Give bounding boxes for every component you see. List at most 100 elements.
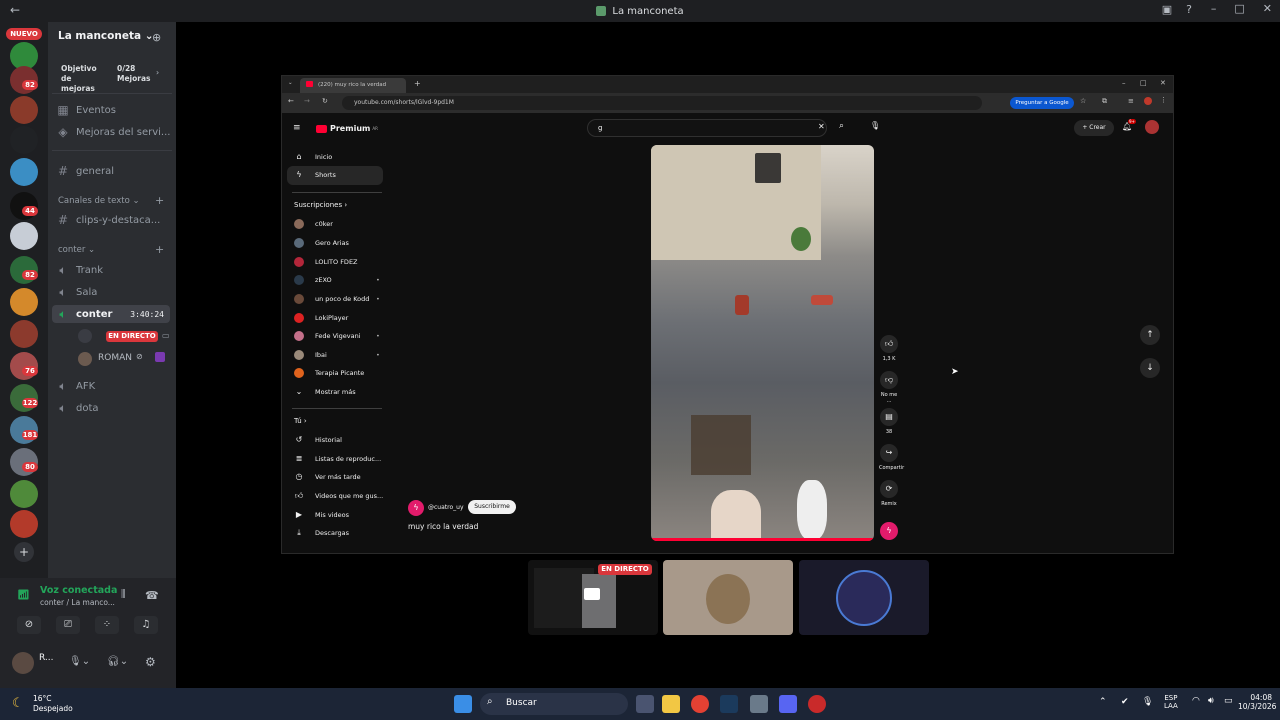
inbox-icon[interactable]: ▣ [1162,3,1172,16]
back-arrow-icon[interactable]: ← [288,97,294,105]
tray-app-icon[interactable]: ✔ [1121,697,1129,707]
voice-channel-conter[interactable]: 🔈︎ conter 3:40:24 [52,305,170,323]
sound-avatar-icon[interactable]: ϟ [880,522,898,540]
voice-status[interactable]: Voz conectada [40,585,117,596]
short-channel-name[interactable]: @cuatro_uy [428,504,464,511]
server-icon[interactable] [10,126,38,154]
file-explorer-icon[interactable] [662,695,680,713]
screen-share-icon[interactable]: ⎚ [56,616,80,634]
chrome-icon[interactable] [691,695,709,713]
extensions-icon[interactable]: ⧉ [1102,97,1107,106]
account-avatar[interactable] [1145,120,1159,134]
tab-menu-icon[interactable]: ⌄ [288,80,293,86]
nav-playlists[interactable]: ≣ Listas de reproduc... [294,454,382,463]
comment-icon[interactable]: ▤ [880,408,898,426]
category-text[interactable]: Canales de texto ⌄ [58,196,140,206]
add-channel-icon[interactable]: + [155,243,164,256]
sub-channel[interactable]: zEXO • [294,275,380,285]
nav-history[interactable]: ↺ Historial [294,435,342,444]
sub-channel[interactable]: Terapia Picante [294,368,364,378]
back-arrow-icon[interactable]: ← [10,3,20,17]
maximize-icon[interactable]: □ [1140,79,1147,87]
user-name[interactable]: R... [39,653,54,663]
activities-icon[interactable]: ⁘ [95,616,119,634]
close-icon[interactable]: ✕ [1263,2,1272,15]
invite-icon[interactable]: ⊕ [152,31,161,44]
sub-channel[interactable]: Ibai • [294,350,380,360]
user-tile[interactable] [799,560,929,635]
microphone-icon[interactable]: 🎙︎ [1142,697,1153,707]
address-bar[interactable]: youtube.com/shorts/lGlvd-9pd1M [342,96,982,110]
tray-chevron-icon[interactable]: ⌃ [1099,697,1107,707]
share-icon[interactable]: ↪ [880,444,898,462]
clear-search-icon[interactable]: ✕ [818,122,825,131]
camera-off-icon[interactable]: ⊘ [17,616,41,634]
channel-general[interactable]: # general [56,162,174,180]
show-more[interactable]: ⌄ Mostrar más [294,387,356,396]
weather-temp[interactable]: 16°C [33,694,52,703]
short-video-player[interactable] [651,145,874,541]
remix-icon[interactable]: ⟳ [880,480,898,498]
member-name[interactable]: ROMAN [98,353,132,363]
browser-tab[interactable]: (220) muy rico la verdad [300,78,406,93]
sub-channel[interactable]: Gero Arias [294,238,349,248]
reload-icon[interactable]: ↻ [322,97,328,105]
disconnect-icon[interactable]: ☎ [145,589,159,602]
stream-tile-live[interactable]: EN DIRECTO [528,560,658,635]
steam-icon[interactable] [720,695,738,713]
settings-gear-icon[interactable]: ⚙ [145,655,156,669]
avatar[interactable] [78,329,92,343]
next-short-icon[interactable]: ↓ [1140,358,1160,378]
server-icon[interactable] [10,288,38,316]
nav-shorts[interactable]: ϟ Shorts [294,170,335,179]
bookmarks-icon[interactable]: ≡ [1128,97,1134,105]
user-avatar[interactable] [12,652,34,674]
soundboard-icon[interactable]: ♫ [134,616,158,634]
nav-liked[interactable]: 👍︎ Videos que me gus... [294,491,383,501]
progress-bar[interactable] [651,538,874,541]
youtube-logo[interactable]: Premium AR [316,124,378,133]
voice-location[interactable]: conter / La manco... [40,598,115,607]
share-action[interactable]: ↪ Compartir [879,444,904,471]
server-icon[interactable] [10,320,38,348]
forward-arrow-icon[interactable]: → [304,97,310,105]
server-icon[interactable] [10,480,38,508]
server-icon[interactable] [10,222,38,250]
search-input[interactable]: g [587,119,827,137]
channel-clips[interactable]: # clips-y-destaca... [56,211,174,229]
hamburger-menu-icon[interactable]: ≡ [293,123,301,133]
new-tab-icon[interactable]: + [414,79,421,88]
nav-my-videos[interactable]: ▶ Mis videos [294,510,349,519]
remix-action[interactable]: ⟳ Remix [879,480,899,507]
sub-channel[interactable]: Fede Vigevani • [294,331,380,341]
sub-channel[interactable]: c0ker [294,219,333,229]
maximize-icon[interactable]: □ [1234,2,1244,15]
sub-channel[interactable]: un poco de Kodd • [294,294,380,304]
star-icon[interactable]: ☆ [1080,97,1086,105]
app-icon[interactable] [808,695,826,713]
discord-icon[interactable] [779,695,797,713]
guild-name[interactable]: La manconeta ⌄ [58,30,154,42]
minimize-icon[interactable]: – [1122,79,1126,87]
category-voice[interactable]: conter ⌄ [58,245,95,255]
minimize-icon[interactable]: – [1211,2,1217,15]
user-tile[interactable] [663,560,793,635]
nav-home[interactable]: ⌂ Inicio [294,152,332,161]
search-icon[interactable]: ⌕ [839,121,844,131]
like-action[interactable]: 👍︎ 1,3 K [879,335,899,362]
channel-avatar[interactable]: ϟ [408,500,424,516]
language-indicator[interactable]: ESP LAA [1164,694,1178,710]
you-header[interactable]: Tú › [294,417,307,425]
volume-icon[interactable]: 🔊︎ [1208,696,1214,706]
voice-channel-trank[interactable]: 🔈︎ Trank [56,261,174,279]
sub-channel[interactable]: LokiPlayer [294,313,348,323]
add-server-icon[interactable]: + [14,542,34,562]
channel-boosts[interactable]: ◈ Mejoras del servi... [56,123,174,141]
weather-moon-icon[interactable]: ☾ [12,696,24,711]
create-button[interactable]: + Crear [1074,120,1114,136]
channel-events[interactable]: ▦ Eventos [56,101,174,119]
nav-watch-later[interactable]: ◷ Ver más tarde [294,472,361,481]
voice-search-icon[interactable]: 🎙︎ [870,121,880,130]
previous-short-icon[interactable]: ↑ [1140,325,1160,345]
short-title[interactable]: muy rico la verdad [408,522,478,531]
